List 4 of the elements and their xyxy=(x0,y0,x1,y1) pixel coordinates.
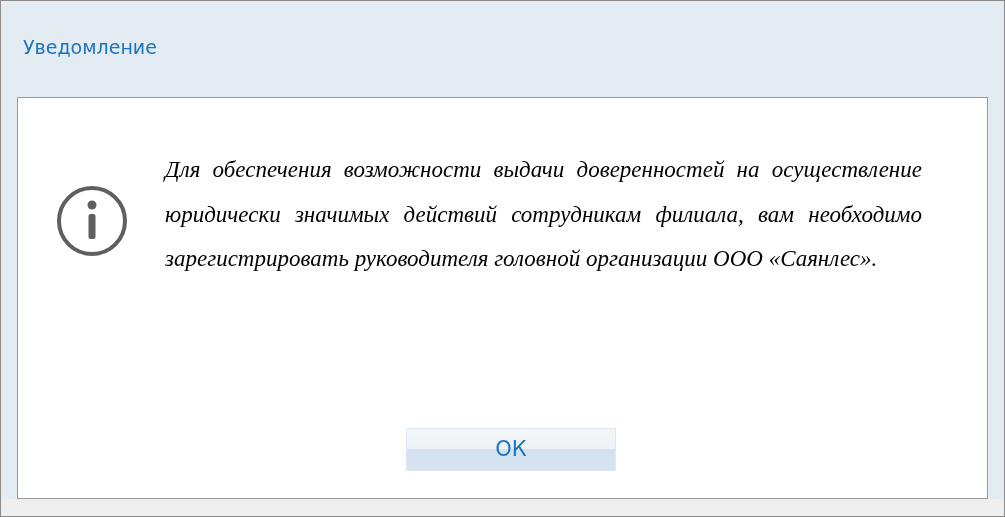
info-icon xyxy=(55,185,128,257)
message-text: Для обеспечения возможности выдачи доверенностей на осуществление юридически значимых действий сотрудникам филиала, вам необходимо зарегистрировать руководителя головной организации ООО «Саянлес». xyxy=(165,156,922,273)
ok-button[interactable]: ОК xyxy=(406,428,616,471)
dialog-title: Уведомление xyxy=(23,34,157,60)
